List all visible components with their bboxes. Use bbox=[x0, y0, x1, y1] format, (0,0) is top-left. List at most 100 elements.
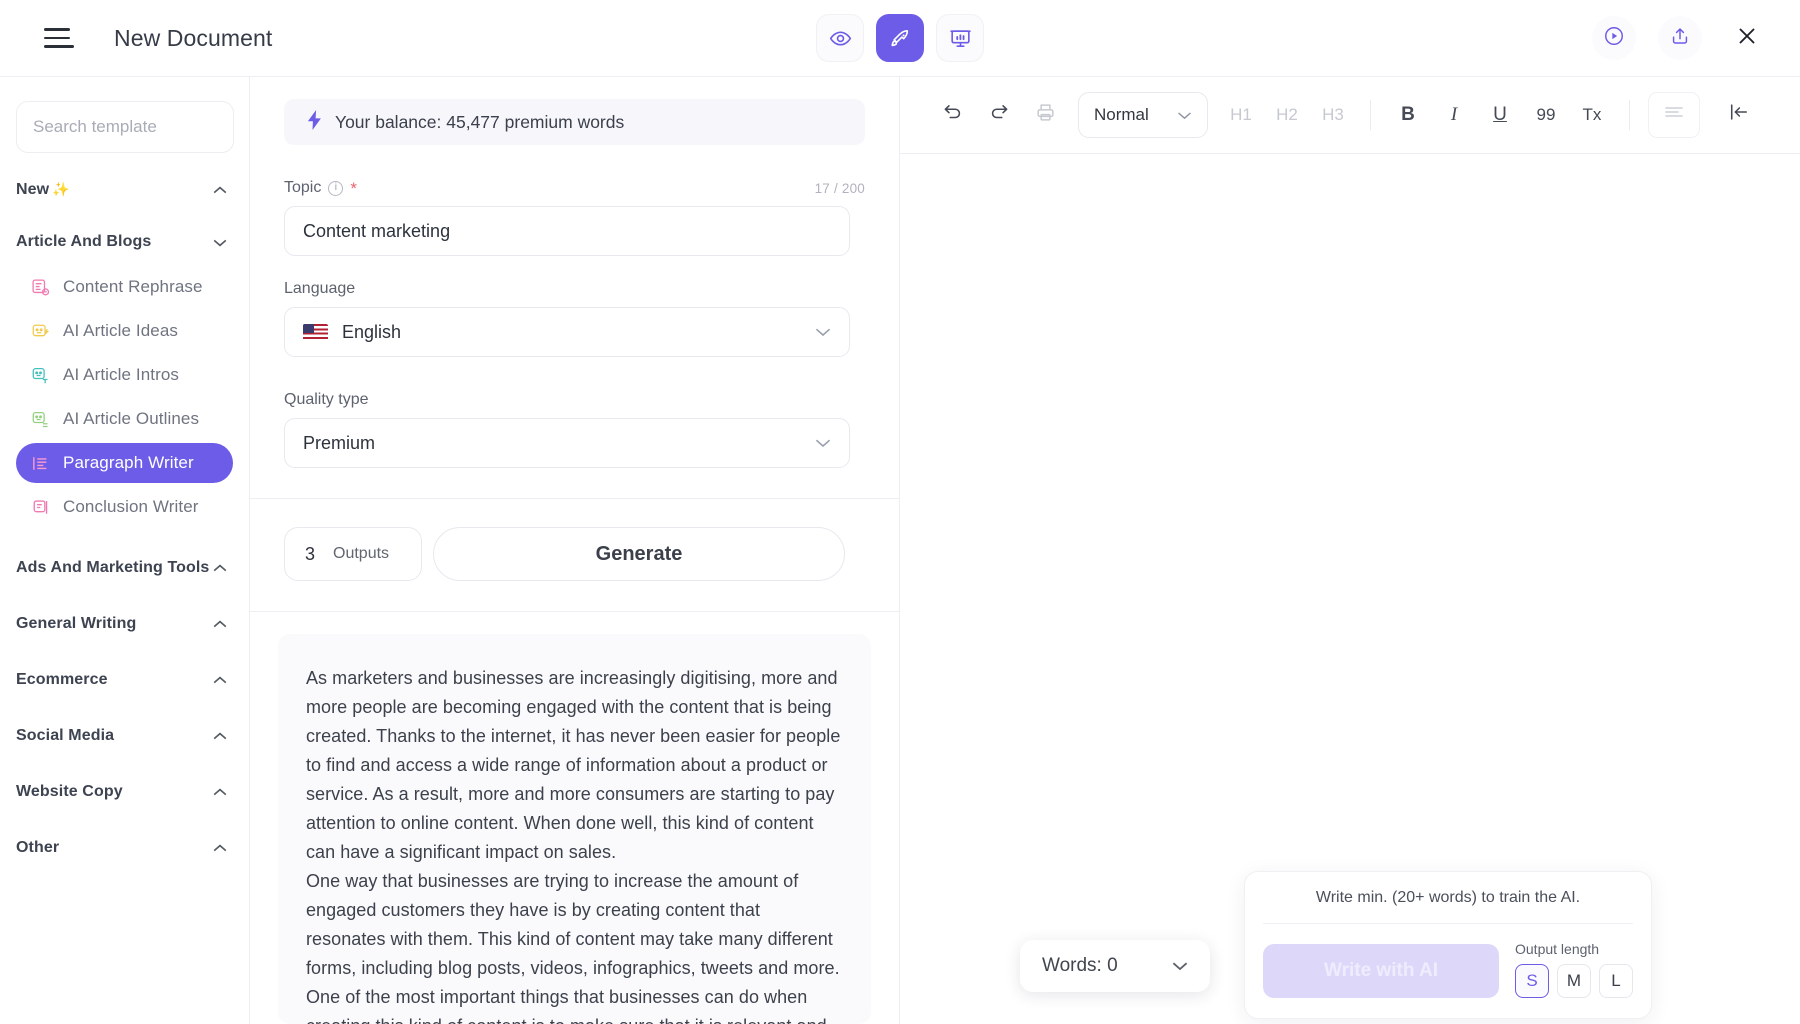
h2-label: H2 bbox=[1276, 105, 1298, 125]
sidebar-item-label: AI Article Intros bbox=[63, 365, 179, 385]
sidebar-item-paragraph-writer[interactable]: Paragraph Writer bbox=[16, 443, 233, 483]
h3-label: H3 bbox=[1322, 105, 1344, 125]
sidebar-group-label: Ecommerce bbox=[16, 671, 108, 689]
sidebar-section-article-label: Article And Blogs bbox=[16, 233, 151, 251]
sidebar-item-content-rephrase[interactable]: Content Rephrase bbox=[16, 267, 233, 307]
sidebar-item-ai-article-outlines[interactable]: AI Article Outlines bbox=[16, 399, 233, 439]
text-style-value: Normal bbox=[1094, 105, 1149, 125]
share-upload-icon bbox=[1669, 25, 1691, 52]
undo-icon bbox=[942, 101, 964, 129]
sidebar-item-conclusion-writer[interactable]: Conclusion Writer bbox=[16, 487, 233, 527]
output-size-l[interactable]: L bbox=[1599, 964, 1633, 998]
share-button[interactable] bbox=[1658, 16, 1702, 60]
align-left-icon bbox=[1664, 106, 1684, 125]
chevron-down-icon bbox=[1177, 107, 1192, 123]
result-paragraph-2: One way that businesses are trying to in… bbox=[306, 867, 843, 1024]
align-button[interactable] bbox=[1648, 92, 1700, 138]
output-size-m[interactable]: M bbox=[1557, 964, 1591, 998]
language-select[interactable]: English bbox=[284, 307, 850, 357]
close-button[interactable] bbox=[1730, 21, 1764, 55]
sparkle-icon: ✨ bbox=[52, 181, 70, 197]
result-area: As marketers and businesses are increasi… bbox=[250, 612, 899, 1024]
clear-format-button[interactable]: Tx bbox=[1569, 92, 1615, 138]
sidebar-group-label: Social Media bbox=[16, 727, 114, 745]
ai-article-outlines-icon bbox=[30, 409, 50, 429]
quote-button[interactable]: 99 bbox=[1523, 92, 1569, 138]
topic-char-counter: 17 / 200 bbox=[815, 181, 865, 196]
redo-button[interactable] bbox=[976, 92, 1022, 138]
italic-label: I bbox=[1451, 104, 1457, 126]
language-label: Language bbox=[284, 280, 355, 298]
text-style-select[interactable]: Normal bbox=[1078, 92, 1208, 138]
output-length-group: Output length S M L bbox=[1515, 941, 1633, 998]
toolbar-divider bbox=[1370, 100, 1371, 130]
search-template-box[interactable] bbox=[16, 101, 234, 153]
generate-rocket-button[interactable] bbox=[876, 14, 924, 62]
collapse-panel-icon bbox=[1728, 102, 1750, 128]
sidebar-group-ecommerce[interactable]: Ecommerce bbox=[16, 665, 233, 695]
chevron-down-icon bbox=[815, 435, 831, 452]
language-value: English bbox=[342, 322, 401, 343]
sidebar-group-website-copy[interactable]: Website Copy bbox=[16, 777, 233, 807]
quality-type-select[interactable]: Premium bbox=[284, 418, 850, 468]
collapse-panel-button[interactable] bbox=[1716, 92, 1762, 138]
outputs-count: 3 bbox=[305, 544, 315, 565]
result-card[interactable]: As marketers and businesses are increasi… bbox=[278, 634, 871, 1024]
quality-type-label: Quality type bbox=[284, 391, 368, 409]
sidebar-item-ai-article-intros[interactable]: AI Article Intros bbox=[16, 355, 233, 395]
write-with-ai-button[interactable]: Write with AI bbox=[1263, 944, 1499, 998]
info-icon[interactable]: i bbox=[328, 181, 343, 196]
sidebar-item-label: AI Article Outlines bbox=[63, 409, 199, 429]
language-label-row: Language bbox=[284, 280, 865, 298]
search-input[interactable] bbox=[33, 117, 217, 137]
preview-eye-button[interactable] bbox=[816, 14, 864, 62]
balance-banner: Your balance: 45,477 premium words bbox=[284, 99, 865, 145]
ai-assist-panel: Write min. (20+ words) to train the AI. … bbox=[1244, 871, 1652, 1019]
sidebar-section-new-label: New✨ bbox=[16, 181, 70, 199]
app-root: New Document bbox=[0, 0, 1800, 1024]
ai-controls-row: Write with AI Output length S M L bbox=[1245, 924, 1651, 1018]
chevron-up-icon bbox=[213, 184, 227, 197]
ai-article-intros-icon bbox=[30, 365, 50, 385]
editor-panel: Normal H1 H2 H3 B I U 99 Tx bbox=[900, 77, 1800, 1024]
sidebar-section-new[interactable]: New✨ bbox=[16, 175, 233, 205]
eye-icon bbox=[829, 27, 852, 50]
close-x-icon bbox=[1735, 24, 1759, 53]
sidebar-group-general-writing[interactable]: General Writing bbox=[16, 609, 233, 639]
play-tutorial-button[interactable] bbox=[1592, 16, 1636, 60]
sidebar-item-label: Paragraph Writer bbox=[63, 453, 194, 473]
chevron-down-icon bbox=[815, 324, 831, 341]
heading-1-button[interactable]: H1 bbox=[1218, 92, 1264, 138]
chevron-up-icon bbox=[213, 730, 227, 743]
outputs-stepper[interactable]: 3 Outputs bbox=[284, 527, 422, 581]
clear-format-label: Tx bbox=[1583, 105, 1602, 125]
underline-button[interactable]: U bbox=[1477, 92, 1523, 138]
topic-label-row: Topic i * 17 / 200 bbox=[284, 179, 865, 197]
chevron-up-icon bbox=[213, 842, 227, 855]
output-length-label: Output length bbox=[1515, 941, 1633, 957]
presentation-button[interactable] bbox=[936, 14, 984, 62]
hamburger-icon[interactable] bbox=[44, 26, 74, 50]
bold-button[interactable]: B bbox=[1385, 92, 1431, 138]
ai-hint-text: Write min. (20+ words) to train the AI. bbox=[1245, 889, 1651, 923]
topic-input[interactable]: Content marketing bbox=[284, 206, 850, 256]
chevron-down-icon bbox=[1172, 958, 1188, 975]
sidebar-group-social-media[interactable]: Social Media bbox=[16, 721, 233, 751]
sidebar-group-other[interactable]: Other bbox=[16, 833, 233, 863]
italic-button[interactable]: I bbox=[1431, 92, 1477, 138]
output-size-s[interactable]: S bbox=[1515, 964, 1549, 998]
heading-3-button[interactable]: H3 bbox=[1310, 92, 1356, 138]
undo-button[interactable] bbox=[930, 92, 976, 138]
sidebar-item-label: AI Article Ideas bbox=[63, 321, 178, 341]
heading-2-button[interactable]: H2 bbox=[1264, 92, 1310, 138]
sidebar-item-ai-article-ideas[interactable]: AI Article Ideas bbox=[16, 311, 233, 351]
print-button[interactable] bbox=[1022, 92, 1068, 138]
sidebar-group-ads-and-marketing-tools[interactable]: Ads And Marketing Tools bbox=[16, 553, 233, 583]
chevron-up-icon bbox=[213, 618, 227, 631]
sidebar-group-label: Ads And Marketing Tools bbox=[16, 559, 209, 577]
page-title: New Document bbox=[114, 25, 272, 52]
rocket-icon bbox=[889, 27, 912, 50]
sidebar-section-article-and-blogs[interactable]: Article And Blogs bbox=[16, 227, 233, 257]
word-count-chip[interactable]: Words: 0 bbox=[1020, 940, 1210, 992]
generate-button[interactable]: Generate bbox=[433, 527, 845, 581]
